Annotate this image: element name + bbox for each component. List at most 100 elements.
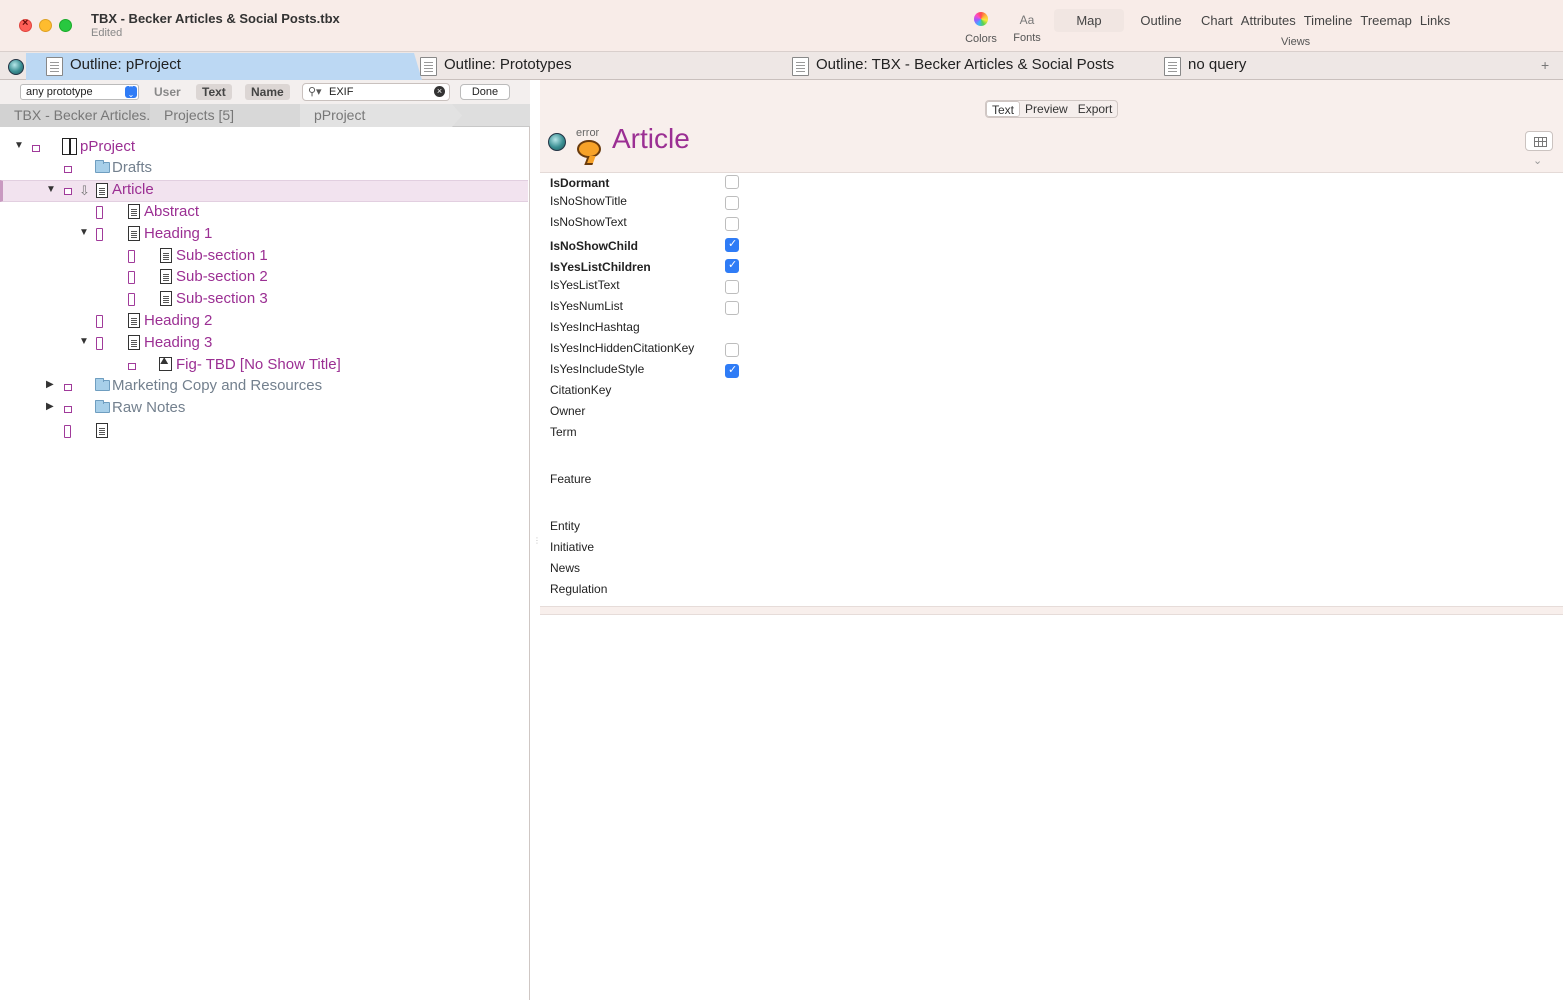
disclosure-triangle-collapsed-icon[interactable]: ▶ <box>46 379 54 390</box>
outline-row-selected[interactable]: ▼ ⇩ Article <box>0 180 528 202</box>
tab-outline-pproject[interactable]: Outline: pProject <box>26 53 422 80</box>
outline-row[interactable]: Sub-section 2 <box>0 267 528 289</box>
attribute-checkbox-checked[interactable] <box>725 237 739 252</box>
outline-item-label: Sub-section 3 <box>176 290 268 307</box>
attribute-checkbox[interactable] <box>725 301 739 315</box>
view-links-button[interactable]: Links <box>1416 9 1454 32</box>
prototype-select[interactable]: any prototype ⌃ ⌄ <box>20 84 139 100</box>
view-treemap-button[interactable]: Treemap <box>1356 9 1416 32</box>
tab-bar-orb-icon[interactable] <box>8 59 24 75</box>
tab-label: Outline: pProject <box>70 56 181 73</box>
mode-preview-button[interactable]: Preview <box>1020 101 1073 117</box>
outline-tab-icon <box>792 57 809 76</box>
filter-text-toggle[interactable]: Text <box>196 84 232 100</box>
document-icon <box>128 313 140 328</box>
attribute-name: Regulation <box>550 582 608 596</box>
attributes-splitter[interactable] <box>540 606 1563 615</box>
outline-row[interactable]: ▼ pProject <box>0 137 528 159</box>
tab-outline-tbx[interactable]: Outline: TBX - Becker Articles & Social … <box>772 53 1164 80</box>
add-tab-button[interactable]: + <box>1541 57 1549 73</box>
speech-bubble-badge-icon <box>577 140 601 158</box>
note-orb-icon[interactable] <box>548 133 566 151</box>
text-pane: Text Preview Export error Article ⌄ IsDo… <box>540 80 1563 1000</box>
attribute-name: IsNoShowTitle <box>550 194 627 208</box>
outline-row[interactable]: ▶ Marketing Copy and Resources <box>0 376 528 398</box>
note-text-editor[interactable] <box>540 615 1563 1000</box>
outline-row[interactable]: Fig- TBD [No Show Title] <box>0 355 528 377</box>
collapse-chevron-icon[interactable]: ⌄ <box>1533 154 1542 167</box>
filter-name-toggle[interactable]: Name <box>245 84 290 100</box>
table-view-button[interactable] <box>1525 131 1553 151</box>
attribute-name: IsNoShowChild <box>550 239 638 253</box>
tab-label: Outline: Prototypes <box>444 56 572 73</box>
pane-splitter-handle[interactable]: ⋮ <box>533 536 541 545</box>
search-input-value: EXIF <box>329 86 354 98</box>
breadcrumb-item-projects[interactable]: Projects [5] <box>150 104 312 127</box>
outline-row[interactable]: Heading 2 <box>0 311 528 333</box>
attribute-name: IsYesListText <box>550 278 620 292</box>
breadcrumb-item-pproject[interactable]: pProject <box>300 104 462 127</box>
outline-row[interactable] <box>0 421 528 443</box>
note-badge-icon <box>128 363 136 370</box>
outline-row[interactable]: ▼ Heading 3 <box>0 333 528 355</box>
attribute-checkbox[interactable] <box>725 196 739 210</box>
outline-row[interactable]: Sub-section 1 <box>0 246 528 268</box>
breadcrumb-item-root[interactable]: TBX - Becker Articles... <box>0 104 162 127</box>
outline-item-label: Sub-section 2 <box>176 268 268 285</box>
mode-text-button[interactable]: Text <box>986 101 1021 117</box>
document-icon <box>96 183 108 198</box>
view-map-button[interactable]: Map <box>1054 9 1124 32</box>
disclosure-triangle-expanded-icon[interactable]: ▼ <box>79 227 89 238</box>
fonts-icon: Aa <box>1019 13 1035 27</box>
done-button[interactable]: Done <box>460 84 510 100</box>
attribute-checkbox[interactable] <box>725 280 739 294</box>
outline-row[interactable]: Abstract <box>0 202 528 224</box>
folder-icon <box>95 160 110 173</box>
mode-export-button[interactable]: Export <box>1073 101 1118 117</box>
view-chart-button[interactable]: Chart <box>1197 9 1237 32</box>
note-badge-icon <box>64 166 72 173</box>
document-icon <box>128 226 140 241</box>
view-timeline-button[interactable]: Timeline <box>1300 9 1357 32</box>
query-tab-icon <box>1164 57 1181 76</box>
outline-tab-icon <box>420 57 437 76</box>
prototype-select-value: any prototype <box>26 86 93 98</box>
document-title: TBX - Becker Articles & Social Posts.tbx <box>91 11 340 26</box>
fonts-button[interactable]: Aa Fonts <box>1008 10 1046 44</box>
attribute-name: CitationKey <box>550 383 612 397</box>
badge-label: error <box>576 127 600 139</box>
tab-no-query[interactable]: no query <box>1144 53 1538 80</box>
disclosure-triangle-collapsed-icon[interactable]: ▶ <box>46 401 54 412</box>
text-preview-export-control: Text Preview Export <box>985 100 1119 118</box>
disclosure-triangle-expanded-icon[interactable]: ▼ <box>14 140 24 151</box>
color-wheel-icon <box>974 12 988 26</box>
folder-icon <box>95 378 110 391</box>
outline-row[interactable]: ▼ Heading 1 <box>0 224 528 246</box>
colors-button[interactable]: Colors <box>962 10 1000 45</box>
attribute-checkbox[interactable] <box>725 217 739 231</box>
close-window-button[interactable] <box>19 17 32 32</box>
outline-row[interactable]: ▶ Raw Notes <box>0 398 528 420</box>
disclosure-triangle-expanded-icon[interactable]: ▼ <box>46 184 56 195</box>
attribute-name: News <box>550 561 581 575</box>
attribute-checkbox-checked[interactable] <box>725 363 739 378</box>
attribute-checkbox-checked[interactable] <box>725 258 739 273</box>
view-outline-button[interactable]: Outline <box>1125 9 1197 32</box>
note-badge-icon <box>96 337 103 350</box>
attribute-checkbox[interactable] <box>725 343 739 357</box>
outline-tab-icon <box>46 57 63 76</box>
attribute-name: Feature <box>550 472 592 486</box>
tab-outline-prototypes[interactable]: Outline: Prototypes <box>400 53 792 80</box>
attribute-checkbox[interactable] <box>725 175 739 189</box>
view-attributes-button[interactable]: Attributes <box>1237 9 1300 32</box>
filter-user-toggle[interactable]: User <box>148 84 187 100</box>
zoom-window-button[interactable] <box>59 19 72 32</box>
search-input[interactable]: ⚲▾ EXIF × <box>302 83 450 101</box>
minimize-window-button[interactable] <box>39 19 52 32</box>
disclosure-triangle-expanded-icon[interactable]: ▼ <box>79 336 89 347</box>
note-title[interactable]: Article <box>612 123 690 155</box>
outline-row[interactable]: Drafts <box>0 158 528 180</box>
clear-search-icon[interactable]: × <box>434 86 445 97</box>
note-header: Text Preview Export error Article ⌄ <box>540 80 1563 172</box>
outline-row[interactable]: Sub-section 3 <box>0 289 528 311</box>
